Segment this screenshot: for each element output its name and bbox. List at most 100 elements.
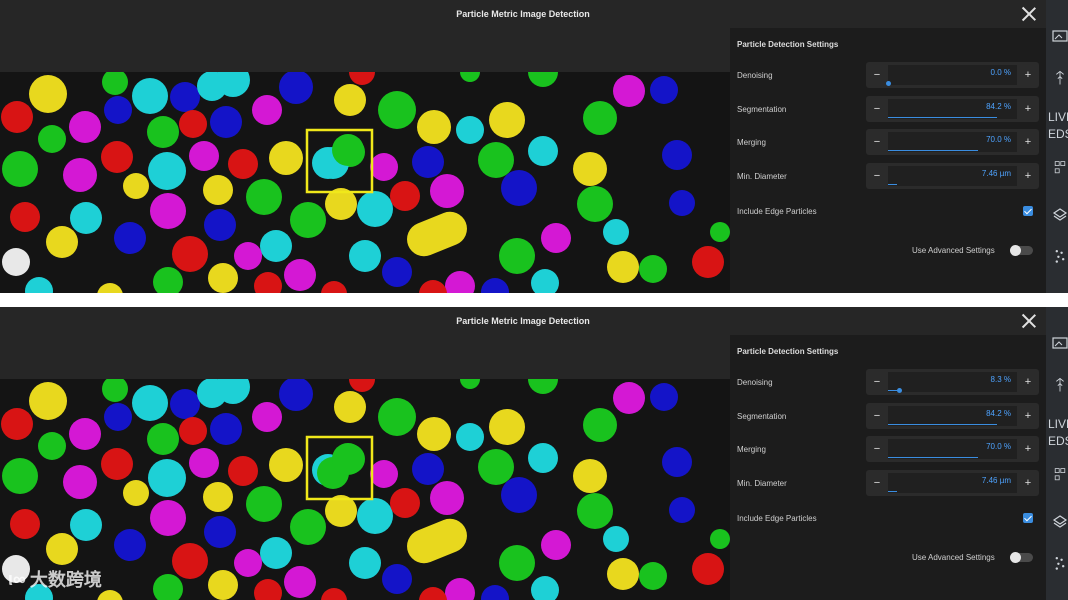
segmentation-label: Segmentation xyxy=(737,105,787,114)
image-frame-icon[interactable] xyxy=(1052,28,1068,44)
particle xyxy=(210,413,242,445)
eds-label[interactable]: EDS xyxy=(1048,127,1068,141)
denoising-stepper[interactable]: − 0.0 % + xyxy=(866,62,1039,88)
segmentation-increment-button[interactable]: + xyxy=(1017,403,1039,429)
particle xyxy=(179,110,207,138)
particle xyxy=(577,493,613,529)
particle xyxy=(234,549,262,577)
live-label[interactable]: LIVE xyxy=(1048,417,1068,431)
particle xyxy=(607,558,639,590)
particle-image-viewer[interactable] xyxy=(0,72,730,293)
watermark-logo: ι∞ xyxy=(8,568,26,589)
min-diameter-stepper[interactable]: − 7.46 µm + xyxy=(866,470,1039,496)
particle xyxy=(70,202,102,234)
eds-label[interactable]: EDS xyxy=(1048,434,1068,448)
particle xyxy=(179,417,207,445)
grid-icon[interactable] xyxy=(1052,160,1068,176)
particle xyxy=(378,398,416,436)
particle xyxy=(1,101,33,133)
particle xyxy=(69,111,101,143)
particle xyxy=(489,409,525,445)
denoising-slider-handle[interactable] xyxy=(886,81,891,86)
particle xyxy=(603,526,629,552)
min-diameter-value: 7.46 µm xyxy=(981,169,1011,178)
particle-image-viewer[interactable] xyxy=(0,379,730,600)
particle xyxy=(349,547,381,579)
advanced-settings-label: Use Advanced Settings xyxy=(912,553,995,562)
min-diameter-label: Min. Diameter xyxy=(737,172,787,181)
denoising-stepper[interactable]: − 8.3 % + xyxy=(866,369,1039,395)
particle xyxy=(10,509,40,539)
particle xyxy=(284,566,316,598)
denoising-increment-button[interactable]: + xyxy=(1017,369,1039,395)
min-diameter-stepper[interactable]: − 7.46 µm + xyxy=(866,163,1039,189)
grid-icon[interactable] xyxy=(1052,467,1068,483)
particle xyxy=(417,417,451,451)
advanced-settings-toggle[interactable] xyxy=(1010,245,1033,256)
segmentation-decrement-button[interactable]: − xyxy=(866,403,888,429)
min-diameter-slider-fill xyxy=(888,183,898,185)
layers-icon[interactable] xyxy=(1052,205,1068,221)
particle xyxy=(147,116,179,148)
segmentation-stepper[interactable]: − 84.2 % + xyxy=(866,96,1039,122)
denoising-slider-handle[interactable] xyxy=(896,388,902,393)
denoising-decrement-button[interactable]: − xyxy=(866,62,888,88)
particle xyxy=(417,110,451,144)
merging-decrement-button[interactable]: − xyxy=(866,436,888,462)
particle xyxy=(607,251,639,283)
segmentation-field[interactable]: 84.2 % xyxy=(888,406,1017,426)
advanced-settings-toggle[interactable] xyxy=(1010,552,1033,563)
merging-stepper[interactable]: − 70.0 % + xyxy=(866,436,1039,462)
layers-icon[interactable] xyxy=(1052,512,1068,528)
image-frame-icon[interactable] xyxy=(1052,335,1068,351)
include-edge-checkbox[interactable] xyxy=(1023,513,1033,523)
denoising-value: 8.3 % xyxy=(990,375,1011,384)
particle xyxy=(577,186,613,222)
particle xyxy=(583,101,617,135)
particle xyxy=(456,116,484,144)
segmentation-increment-button[interactable]: + xyxy=(1017,96,1039,122)
min-diameter-increment-button[interactable]: + xyxy=(1017,163,1039,189)
merging-stepper[interactable]: − 70.0 % + xyxy=(866,129,1039,155)
live-label[interactable]: LIVE xyxy=(1048,110,1068,124)
min-diameter-field[interactable]: 7.46 µm xyxy=(888,473,1017,493)
particle xyxy=(228,456,258,486)
particle xyxy=(150,193,186,229)
merging-increment-button[interactable]: + xyxy=(1017,436,1039,462)
denoising-field[interactable]: 0.0 % xyxy=(886,65,1017,86)
min-diameter-decrement-button[interactable]: − xyxy=(866,470,888,496)
particle xyxy=(63,465,97,499)
scatter-dots-icon[interactable] xyxy=(1052,555,1068,571)
antenna-icon[interactable] xyxy=(1052,70,1068,86)
merging-field[interactable]: 70.0 % xyxy=(888,439,1017,459)
merging-increment-button[interactable]: + xyxy=(1017,129,1039,155)
screenshot-after: Particle Metric Image Detection Particle… xyxy=(0,307,1068,600)
particle xyxy=(499,238,535,274)
min-diameter-increment-button[interactable]: + xyxy=(1017,470,1039,496)
particle xyxy=(208,263,238,293)
include-edge-checkbox[interactable] xyxy=(1023,206,1033,216)
particle xyxy=(290,509,326,545)
particle xyxy=(170,389,200,419)
min-diameter-decrement-button[interactable]: − xyxy=(866,163,888,189)
particle xyxy=(284,259,316,291)
denoising-increment-button[interactable]: + xyxy=(1017,62,1039,88)
particle xyxy=(412,453,444,485)
particle xyxy=(710,529,730,549)
merging-decrement-button[interactable]: − xyxy=(866,129,888,155)
particle xyxy=(2,248,30,276)
denoising-field[interactable]: 8.3 % xyxy=(888,372,1017,393)
segmentation-field[interactable]: 84.2 % xyxy=(888,99,1017,119)
antenna-icon[interactable] xyxy=(1052,377,1068,393)
particle xyxy=(123,480,149,506)
close-icon[interactable] xyxy=(1020,5,1038,23)
merging-field[interactable]: 70.0 % xyxy=(888,132,1017,152)
segmentation-decrement-button[interactable]: − xyxy=(866,96,888,122)
min-diameter-field[interactable]: 7.46 µm xyxy=(888,166,1017,186)
denoising-decrement-button[interactable]: − xyxy=(866,369,888,395)
particle xyxy=(246,179,282,215)
segmentation-stepper[interactable]: − 84.2 % + xyxy=(866,403,1039,429)
particle xyxy=(29,75,67,113)
scatter-dots-icon[interactable] xyxy=(1052,248,1068,264)
close-icon[interactable] xyxy=(1020,312,1038,330)
